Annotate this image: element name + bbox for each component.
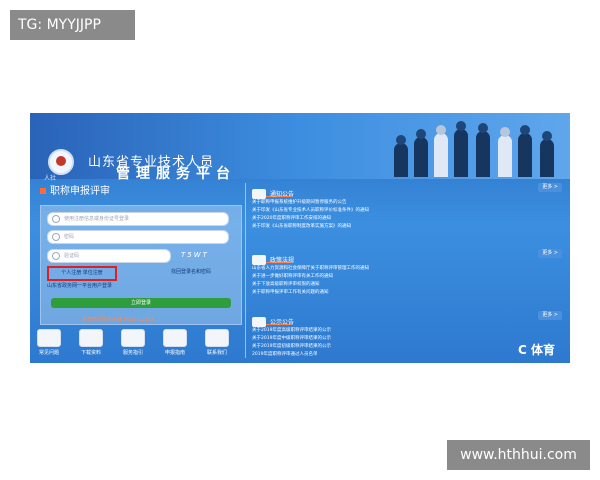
password-input[interactable] [64,231,224,243]
download-icon [79,329,103,347]
login-panel: 职称申报评审 T5WT 个人注册 单位注册 找回登录名和密码 山东省政务网一平台… [40,183,242,325]
section-title: 公示公告 [270,319,295,326]
section-title: 政策法规 [270,257,295,264]
gov-platform-login-link[interactable]: 山东省政务网一平台用户登录 [47,282,112,289]
books-icon [163,329,187,347]
dock-item-download[interactable]: 下载资料 [78,329,104,356]
list-item[interactable]: 2019年度职称评审通过人员名单 [252,351,522,359]
brand-watermark-logo: C 体育 [518,343,555,357]
captcha-input[interactable] [64,250,164,262]
lock-icon [52,233,60,241]
dock-item-guide[interactable]: 服务指引 [120,329,146,356]
business-people-illustration [390,117,566,177]
megaphone-icon [252,188,266,199]
dock-item-books[interactable]: 申报指南 [162,329,188,356]
user-icon [52,215,60,223]
captcha-image[interactable]: T5WT [181,251,221,262]
list-item[interactable]: 关于2019年度中级职称评审结果的公示 [252,335,522,343]
dock-label: 联系我们 [206,350,227,356]
username-input[interactable] [64,213,224,225]
list-item[interactable]: 关于2020年度职称评审工作安排的通知 [252,215,522,223]
bulletin-icon [252,316,266,327]
service-hotline-note: 系统运行服务热线 0531-12333 [82,317,155,323]
dock-item-contact[interactable]: 联系我们 [204,329,230,356]
list-item[interactable]: 关于职称申报评审工作有关问题的通知 [252,289,522,297]
section-header: 公示公告 更多 > [252,311,562,327]
list-item[interactable]: 关于进一步做好职称评审有关工作的通知 [252,273,522,281]
logo-emblem-icon [48,149,74,175]
site-title-line2: 管理服务平台 [116,166,236,182]
list-item[interactable]: 关于印发《山东省职称制度改革实施方案》的通知 [252,223,522,231]
document-icon [252,254,266,265]
dock-label: 服务指引 [122,350,143,356]
header-banner: 人社 山东省专业技术人员 管理服务平台 [30,113,570,182]
phone-icon [205,329,229,347]
register-link[interactable]: 个人注册 单位注册 [47,266,117,281]
list-item[interactable]: 关于印发《山东省专业技术人员职称评价标准条件》的通知 [252,207,522,215]
login-button[interactable]: 立即登录 [51,298,231,308]
section-policies: 政策法规 更多 > 山东省人力资源和社会保障厅关于职称评审管理工作的通知 关于进… [252,249,562,297]
section-header: 政策法规 更多 > [252,249,562,265]
more-link[interactable]: 更多 > [538,249,562,258]
dock-label: 下载资料 [80,350,101,356]
list-item[interactable]: 关于2019年度高级职称评审结果的公示 [252,327,522,335]
username-field[interactable] [47,212,229,226]
login-form: T5WT 个人注册 单位注册 找回登录名和密码 山东省政务网一平台用户登录 立即… [40,205,242,325]
login-section-title: 职称申报评审 [50,186,110,197]
section-notices: 通知公告 更多 > 关于职称申报系统维护升级期间暂停服务的公告 关于印发《山东省… [252,183,562,231]
faq-icon [37,329,61,347]
portal-screenshot: 人社 山东省专业技术人员 管理服务平台 职称申报评审 使用注册信息或身份证号登录… [30,113,570,363]
list-item[interactable]: 山东省人力资源和社会保障厅关于职称评审管理工作的通知 [252,265,522,273]
captcha-field[interactable] [47,249,171,263]
dock-label: 申报指南 [164,350,185,356]
channel-tag-overlay: TG: MYYJJPP [10,10,135,40]
bullet-icon [40,188,46,194]
dock-item-faq[interactable]: 常见问题 [36,329,62,356]
list-item[interactable]: 关于职称申报系统维护升级期间暂停服务的公告 [252,199,522,207]
site-watermark-overlay: www.hthhui.com [447,440,590,470]
section-title: 通知公告 [270,191,295,198]
column-divider [245,183,246,358]
more-link[interactable]: 更多 > [538,183,562,192]
list-item[interactable]: 关于下放高级职称评审权限的通知 [252,281,522,289]
dock-label: 常见问题 [38,350,59,356]
forgot-password-link[interactable]: 找回登录名和密码 [171,268,211,275]
more-link[interactable]: 更多 > [538,311,562,320]
section-publicity: 公示公告 更多 > 关于2019年度高级职称评审结果的公示 关于2019年度中级… [252,311,562,359]
password-field[interactable] [47,230,229,244]
news-column: 通知公告 更多 > 关于职称申报系统维护升级期间暂停服务的公告 关于印发《山东省… [252,183,562,363]
quick-links-dock: 常见问题 下载资料 服务指引 申报指南 联系我们 [36,329,236,361]
login-section-header: 职称申报评审 [40,183,240,201]
list-item[interactable]: 关于2019年度初级职称评审结果的公示 [252,343,522,351]
emblem-caption: 人社 [44,175,57,182]
section-header: 通知公告 更多 > [252,183,562,199]
shield-icon [52,252,60,260]
guide-icon [121,329,145,347]
